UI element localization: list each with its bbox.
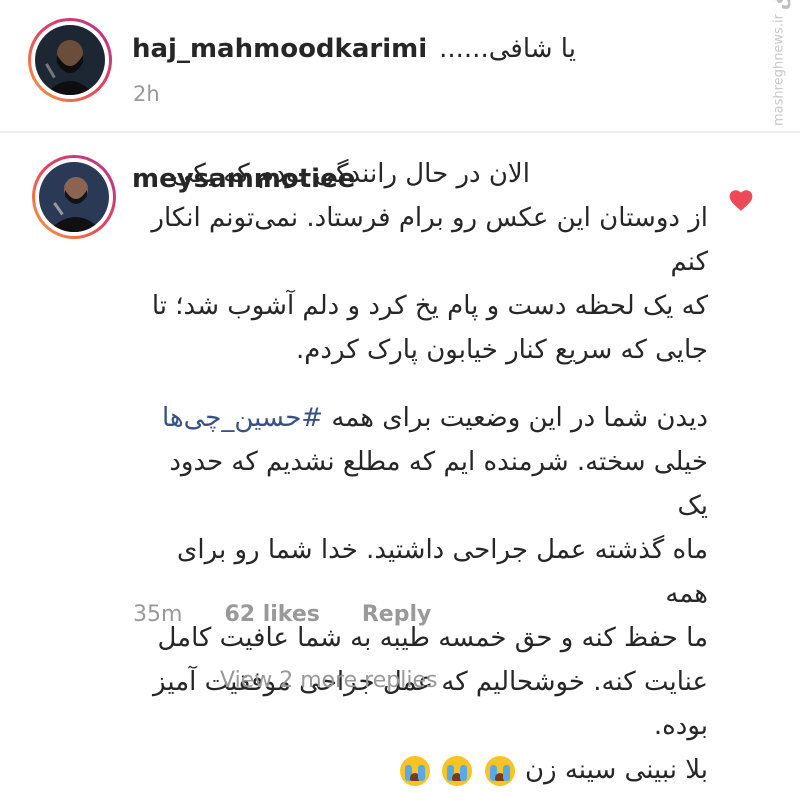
comment-text: الان در حال رانندگی بودم که یکی از دوستا… (150, 152, 708, 792)
comment-line: از دوستان این عکس رو برام فرستاد. نمی‌تو… (151, 203, 708, 277)
comment-avatar[interactable] (32, 155, 116, 239)
comment-line-with-hashtag: دیدن شما در این وضعیت برای همه #حسین_چی‌… (150, 396, 708, 440)
comment-text-segment: بلا نبینی سینه زن (524, 755, 708, 785)
watermark-logo: مشرق (767, 0, 791, 10)
post-caption: یا شافی...... (439, 34, 576, 64)
heart-icon-shape (729, 190, 753, 211)
reply-button[interactable]: Reply (362, 602, 432, 627)
original-post: haj_mahmoodkarimi یا شافی...... 2h (0, 0, 800, 130)
comment-line: جایی که سریع کنار خیابون پارک کردم. (296, 335, 708, 365)
post-avatar-photo (35, 25, 105, 95)
comment-text-segment: دیدن شما در این وضعیت برای همه (331, 403, 708, 433)
post-caption-line: haj_mahmoodkarimi یا شافی...... (132, 34, 576, 64)
comment-meta: 35m 62 likes Reply (133, 602, 431, 627)
watermark-url: mashreghnews.ir (771, 14, 787, 126)
comment-line: خیلی سخته. شرمنده ایم که مطلع نشدیم که ح… (169, 447, 708, 521)
comment-time: 35m (133, 602, 183, 627)
comment-avatar-photo (39, 162, 109, 232)
hashtag-link[interactable]: #حسین_چی‌ها (162, 403, 323, 433)
comment-line: بوده. (653, 711, 708, 741)
likes-count[interactable]: 62 likes (224, 602, 319, 627)
crying-face-icon (442, 755, 473, 786)
crying-face-icon (400, 755, 431, 786)
post-time: 2h (133, 82, 160, 106)
view-replies-link[interactable]: View 2 more replies (220, 668, 437, 693)
crying-face-icon (484, 755, 515, 786)
post-username[interactable]: haj_mahmoodkarimi (132, 34, 427, 64)
comment-line: که یک لحظه دست و پام یخ کرد و دلم آشوب ش… (151, 291, 708, 321)
post-avatar[interactable] (28, 18, 112, 102)
divider (0, 131, 800, 133)
comment-line: الان در حال رانندگی بودم که یکی (171, 159, 530, 189)
heart-icon[interactable] (728, 188, 754, 216)
watermark: mashreghnews.ir مشرق (764, 0, 794, 126)
comment-last-line: بلا نبینی سینه زن (150, 748, 708, 792)
